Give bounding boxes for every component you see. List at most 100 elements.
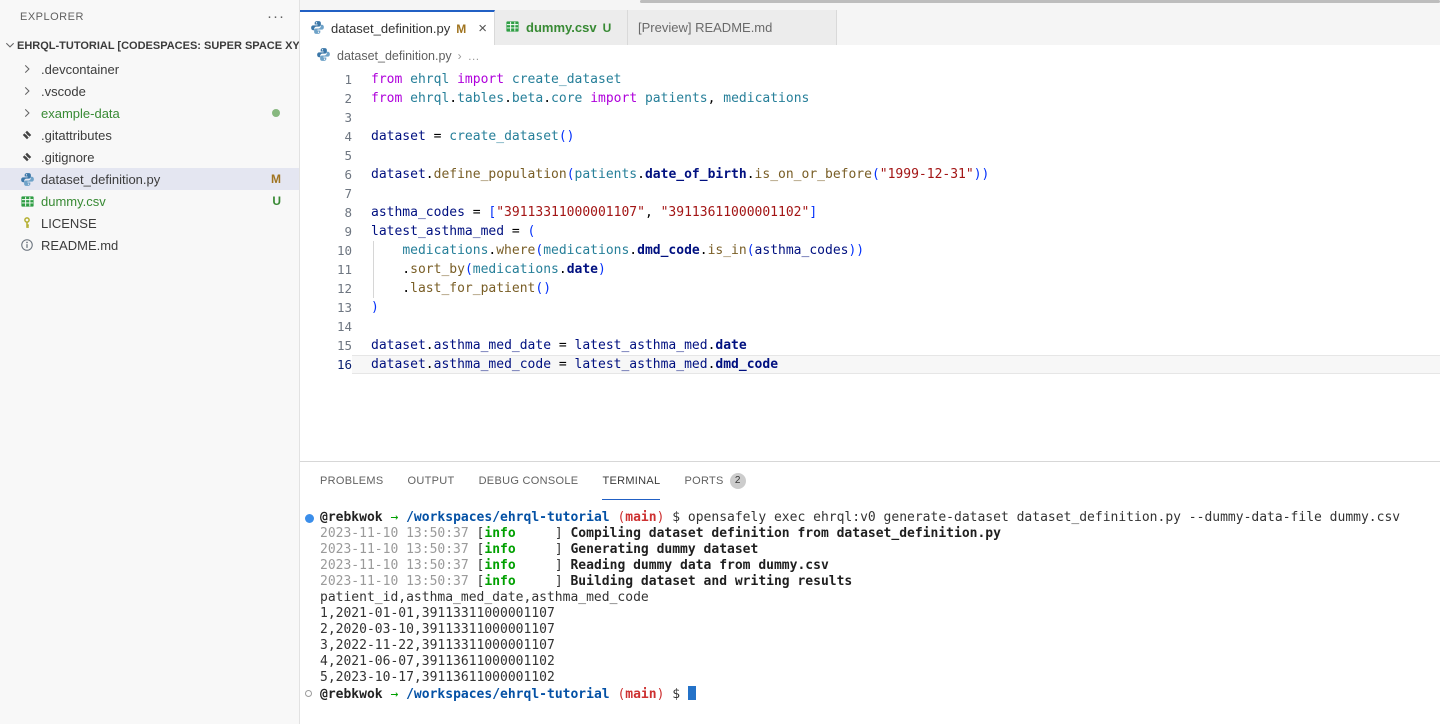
code-line-14[interactable]: 14 xyxy=(300,317,1440,336)
indent-guide xyxy=(373,279,374,298)
code-line-10[interactable]: 10 medications.where(medications.dmd_cod… xyxy=(300,241,1440,260)
code-line-15[interactable]: 15dataset.asthma_med_date = latest_asthm… xyxy=(300,336,1440,355)
breadcrumb-symbols[interactable]: … xyxy=(468,49,480,63)
chevron-right-icon xyxy=(18,62,36,76)
tree-item-.vscode[interactable]: .vscode xyxy=(0,80,299,102)
code-line-text[interactable]: ) xyxy=(352,298,1440,317)
panel-tab-ports[interactable]: PORTS2 xyxy=(684,462,745,500)
code-line-text[interactable]: latest_asthma_med = ( xyxy=(352,222,1440,241)
tree-item-.gitignore[interactable]: .gitignore xyxy=(0,146,299,168)
code-line-text[interactable]: medications.where(medications.dmd_code.i… xyxy=(352,241,1440,260)
file-tree: .devcontainer .vscode example-data.gitattr… xyxy=(0,58,299,724)
close-icon[interactable]: × xyxy=(478,23,487,35)
more-actions-icon[interactable]: ··· xyxy=(267,12,285,22)
code-line-6[interactable]: 6dataset.define_population(patients.date… xyxy=(300,165,1440,184)
code-line-3[interactable]: 3 xyxy=(300,108,1440,127)
tree-item-dataset-definition.py[interactable]: dataset_definition.py M xyxy=(0,168,299,190)
code-line-11[interactable]: 11 .sort_by(medications.date) xyxy=(300,260,1440,279)
tree-item-label: README.md xyxy=(41,238,118,253)
terminal-line-9: 3,2022-11-22,39113311000001107 xyxy=(300,638,1440,654)
tree-item-label: dataset_definition.py xyxy=(41,172,160,187)
terminal-cursor xyxy=(688,686,696,700)
indent-guide xyxy=(373,241,374,260)
code-line-text[interactable]: .sort_by(medications.date) xyxy=(352,260,1440,279)
terminal-line-1: @rebkwok → /workspaces/ehrql-tutorial (m… xyxy=(300,510,1440,526)
code-editor[interactable]: 1from ehrql import create_dataset2from e… xyxy=(300,67,1440,461)
terminal-line-12: @rebkwok → /workspaces/ehrql-tutorial (m… xyxy=(300,686,1440,702)
breadcrumb-file[interactable]: dataset_definition.py xyxy=(337,49,452,63)
code-line-text[interactable]: dataset.asthma_med_code = latest_asthma_… xyxy=(352,355,1440,374)
tab-dataset-definition.py[interactable]: dataset_definition.py M × xyxy=(300,10,495,45)
indent-guide xyxy=(373,260,374,279)
code-line-1[interactable]: 1from ehrql import create_dataset xyxy=(300,70,1440,89)
tree-item-label: .vscode xyxy=(41,84,86,99)
explorer-sidebar: EXPLORER ··· EHRQL-TUTORIAL [CODESPACES:… xyxy=(0,0,300,724)
tab--Preview--README.md[interactable]: [Preview] README.md xyxy=(628,10,837,45)
code-line-9[interactable]: 9latest_asthma_med = ( xyxy=(300,222,1440,241)
code-line-text[interactable] xyxy=(352,146,1440,165)
code-line-text[interactable]: asthma_codes = ["39113311000001107", "39… xyxy=(352,203,1440,222)
line-number: 1 xyxy=(300,70,352,89)
panel-tab-output[interactable]: OUTPUT xyxy=(408,462,455,500)
code-line-8[interactable]: 8asthma_codes = ["39113311000001107", "3… xyxy=(300,203,1440,222)
panel-tab-problems[interactable]: PROBLEMS xyxy=(320,462,384,500)
line-number: 8 xyxy=(300,203,352,222)
terminal-line-7: 1,2021-01-01,39113311000001107 xyxy=(300,606,1440,622)
code-line-text[interactable]: dataset.asthma_med_date = latest_asthma_… xyxy=(352,336,1440,355)
code-line-text[interactable] xyxy=(352,317,1440,336)
code-line-12[interactable]: 12 .last_for_patient() xyxy=(300,279,1440,298)
panel-tab-terminal[interactable]: TERMINAL xyxy=(602,462,660,500)
vscode-window: EXPLORER ··· EHRQL-TUTORIAL [CODESPACES:… xyxy=(0,0,1440,724)
code-line-text[interactable]: dataset = create_dataset() xyxy=(352,127,1440,146)
tab-label: [Preview] README.md xyxy=(638,20,772,35)
code-line-7[interactable]: 7 xyxy=(300,184,1440,203)
code-line-2[interactable]: 2from ehrql.tables.beta.core import pati… xyxy=(300,89,1440,108)
code-line-text[interactable]: from ehrql.tables.beta.core import patie… xyxy=(352,89,1440,108)
tree-item-example-data[interactable]: example-data xyxy=(0,102,299,124)
chevron-down-icon xyxy=(3,38,17,55)
line-number: 7 xyxy=(300,184,352,203)
tab-git-badge: U xyxy=(603,21,612,35)
command-decoration-icon[interactable] xyxy=(305,514,314,523)
tree-item-.devcontainer[interactable]: .devcontainer xyxy=(0,58,299,80)
code-line-16[interactable]: 16dataset.asthma_med_code = latest_asthm… xyxy=(300,355,1440,374)
code-line-text[interactable]: from ehrql import create_dataset xyxy=(352,70,1440,89)
panel-tab-label: PORTS xyxy=(684,475,723,487)
panel-tabbar: PROBLEMS OUTPUT DEBUG CONSOLE TERMINAL PORTS… xyxy=(300,462,1440,500)
tab-label: dataset_definition.py xyxy=(331,21,450,36)
prompt-decoration-icon[interactable] xyxy=(305,690,312,697)
tab-label: dummy.csv xyxy=(526,20,597,35)
tree-item-LICENSE[interactable]: LICENSE xyxy=(0,212,299,234)
tab-scrollbar[interactable] xyxy=(640,0,1440,3)
tree-item-label: .gitignore xyxy=(41,150,94,165)
bottom-panel: PROBLEMS OUTPUT DEBUG CONSOLE TERMINAL PORTS… xyxy=(300,461,1440,724)
panel-tab-debug-console[interactable]: DEBUG CONSOLE xyxy=(479,462,579,500)
terminal-line-11: 5,2023-10-17,39113611000001102 xyxy=(300,670,1440,686)
line-number: 2 xyxy=(300,89,352,108)
breadcrumb-separator: › xyxy=(458,49,462,63)
tree-item-label: dummy.csv xyxy=(41,194,106,209)
tree-item-README.md[interactable]: README.md xyxy=(0,234,299,256)
git-status-badge: M xyxy=(271,172,281,186)
tree-item-dummy.csv[interactable]: dummy.csvU xyxy=(0,190,299,212)
tab-git-badge: M xyxy=(456,22,466,36)
code-line-5[interactable]: 5 xyxy=(300,146,1440,165)
line-number: 10 xyxy=(300,241,352,260)
line-number: 12 xyxy=(300,279,352,298)
terminal[interactable]: @rebkwok → /workspaces/ehrql-tutorial (m… xyxy=(300,500,1440,724)
code-line-text[interactable] xyxy=(352,108,1440,127)
panel-tab-label: OUTPUT xyxy=(408,475,455,487)
workspace-section-header[interactable]: EHRQL-TUTORIAL [CODESPACES: SUPER SPACE … xyxy=(0,34,299,58)
panel-tab-label: DEBUG CONSOLE xyxy=(479,475,579,487)
code-line-text[interactable] xyxy=(352,184,1440,203)
code-line-text[interactable]: .last_for_patient() xyxy=(352,279,1440,298)
code-line-4[interactable]: 4dataset = create_dataset() xyxy=(300,127,1440,146)
editor-area: dataset_definition.py M × dummy.csv U [Previe… xyxy=(300,0,1440,724)
tree-item-.gitattributes[interactable]: .gitattributes xyxy=(0,124,299,146)
code-line-text[interactable]: dataset.define_population(patients.date_… xyxy=(352,165,1440,184)
line-number: 16 xyxy=(300,355,352,374)
line-number: 14 xyxy=(300,317,352,336)
code-line-13[interactable]: 13) xyxy=(300,298,1440,317)
line-number: 11 xyxy=(300,260,352,279)
tab-dummy.csv[interactable]: dummy.csv U xyxy=(495,10,628,45)
